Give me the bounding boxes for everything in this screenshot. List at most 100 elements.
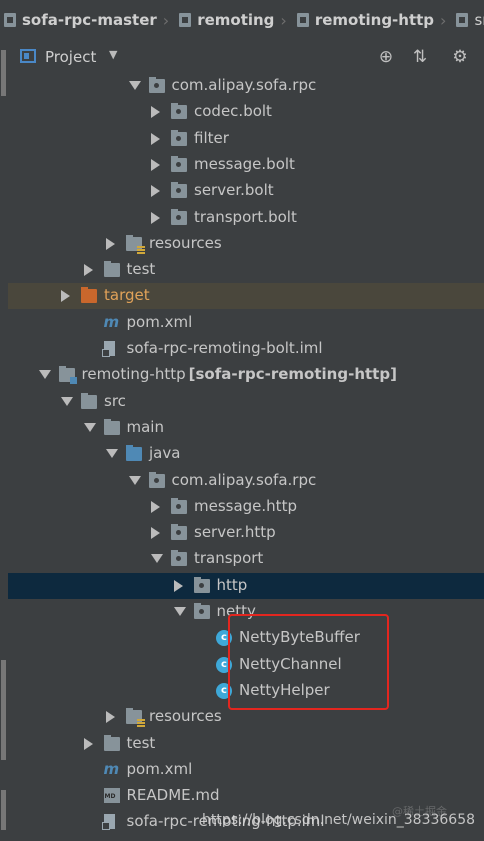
tree-node[interactable]: sofa-rpc-remoting-bolt.iml bbox=[8, 336, 484, 362]
tree-node-name: sofa-rpc-remoting-bolt.iml bbox=[126, 339, 323, 357]
tree-node-name: server.http bbox=[194, 523, 276, 542]
tree-node-label: transport.bolt bbox=[194, 208, 297, 226]
tree-node[interactable]: message.bolt bbox=[8, 152, 484, 178]
tree-node[interactable]: main bbox=[8, 415, 484, 441]
tree-node[interactable]: src bbox=[8, 389, 484, 415]
project-view-icon bbox=[20, 49, 36, 63]
tree-node[interactable]: test bbox=[8, 731, 484, 757]
expand-right-icon[interactable] bbox=[151, 211, 160, 224]
tree-node[interactable]: target bbox=[8, 283, 484, 310]
resources-folder-icon bbox=[126, 234, 145, 254]
expand-right-icon[interactable] bbox=[83, 737, 93, 750]
tree-node[interactable]: transport bbox=[8, 546, 484, 572]
tree-node[interactable]: transport.bolt bbox=[8, 205, 484, 231]
expand-down-icon[interactable] bbox=[83, 422, 96, 432]
breadcrumb-item[interactable]: sofa-rpc-master › bbox=[0, 11, 175, 30]
tree-node[interactable]: java bbox=[8, 441, 484, 467]
expand-right-icon[interactable] bbox=[61, 290, 70, 303]
tree-node-name: message.bolt bbox=[194, 154, 295, 173]
caret-down-icon[interactable]: ▼ bbox=[109, 48, 117, 61]
structure-tool-tab[interactable] bbox=[1, 660, 6, 760]
tree-node-label: transport bbox=[194, 549, 263, 567]
tree-node[interactable]: message.http bbox=[8, 494, 484, 520]
tree-node-label: filter bbox=[194, 129, 229, 147]
breadcrumb-label: remoting bbox=[197, 11, 275, 29]
tree-node-label: java bbox=[149, 444, 180, 462]
expand-right-icon[interactable] bbox=[173, 579, 183, 592]
expand-right-icon[interactable] bbox=[151, 500, 160, 513]
favorites-tool-tab[interactable] bbox=[1, 790, 6, 830]
tree-node-name: java bbox=[149, 444, 181, 463]
project-toolbar: Project ▼ ⊕ ⇅ ⚙ bbox=[8, 40, 484, 75]
package-folder-icon bbox=[193, 576, 210, 593]
tree-node[interactable]: server.bolt bbox=[8, 178, 484, 204]
package-folder-icon bbox=[171, 497, 187, 514]
tree-node[interactable]: com.alipay.sofa.rpc bbox=[8, 73, 484, 99]
tree-node[interactable]: filter bbox=[8, 126, 484, 152]
tree-node[interactable]: server.http bbox=[8, 520, 484, 546]
resources-folder-icon bbox=[126, 708, 145, 728]
chevron-right-icon: › bbox=[440, 10, 447, 30]
tree-node[interactable]: m pom.xml bbox=[8, 310, 484, 336]
breadcrumb-item[interactable]: src› bbox=[452, 11, 484, 30]
expand-right-icon[interactable] bbox=[151, 106, 160, 119]
expand-down-icon[interactable] bbox=[61, 396, 73, 406]
tree-node-label: codec.bolt bbox=[194, 102, 272, 120]
expand-right-icon[interactable] bbox=[151, 185, 160, 198]
excluded-folder-icon bbox=[81, 287, 97, 304]
expand-right-icon[interactable] bbox=[151, 158, 160, 171]
folder-icon bbox=[4, 13, 16, 27]
tree-node-name: test bbox=[126, 733, 156, 752]
expand-down-icon[interactable] bbox=[38, 370, 51, 380]
locate-icon[interactable]: ⊕ bbox=[375, 46, 397, 68]
maven-file-icon: m bbox=[103, 312, 120, 331]
expand-down-icon[interactable] bbox=[173, 607, 186, 616]
settings-gear-icon[interactable]: ⚙ bbox=[449, 46, 471, 68]
tree-node-name: com.alipay.sofa.rpc bbox=[171, 470, 317, 489]
package-folder-icon bbox=[193, 603, 210, 619]
breadcrumb-label: remoting-http bbox=[314, 11, 435, 29]
watermark: https://blog.csdn.net/weixin_38336658 bbox=[202, 812, 476, 828]
expand-right-icon[interactable] bbox=[83, 264, 93, 277]
tree-node-label: com.alipay.sofa.rpc bbox=[172, 76, 317, 94]
expand-right-icon[interactable] bbox=[106, 711, 115, 724]
tree-node-label: pom.xml bbox=[127, 313, 193, 331]
breadcrumb-item[interactable]: remoting-http › bbox=[293, 11, 453, 30]
tree-node-name: transport.bolt bbox=[194, 207, 297, 226]
expand-right-icon[interactable] bbox=[151, 527, 160, 540]
tree-node-label: pom.xml bbox=[127, 760, 193, 778]
tree-node-name: main bbox=[126, 417, 164, 436]
tree-node[interactable]: com.alipay.sofa.rpc bbox=[8, 468, 484, 494]
project-view-title[interactable]: Project bbox=[45, 48, 96, 66]
tree-node-name: server.bolt bbox=[194, 181, 274, 200]
iml-file-icon bbox=[101, 814, 115, 831]
tree-node[interactable]: codec.bolt bbox=[8, 99, 484, 125]
package-folder-icon bbox=[171, 155, 187, 172]
breadcrumb: sofa-rpc-master › remoting › remoting-http › s… bbox=[0, 0, 484, 41]
tree-node[interactable]: remoting-http [sofa-rpc-remoting-http] bbox=[8, 362, 484, 388]
tree-node-name: test bbox=[126, 260, 156, 279]
source-folder-icon bbox=[126, 445, 142, 462]
package-folder-icon bbox=[148, 77, 165, 93]
project-tool-tab[interactable] bbox=[1, 50, 6, 96]
tree-node-name: resources bbox=[149, 707, 222, 726]
expand-right-icon[interactable] bbox=[151, 132, 160, 145]
package-folder-icon bbox=[171, 550, 187, 567]
tree-node-label: sofa-rpc-remoting-bolt.iml bbox=[127, 339, 323, 357]
package-folder-icon bbox=[171, 103, 187, 120]
collapse-all-icon[interactable]: ⇅ bbox=[409, 46, 431, 68]
tree-node[interactable]: http bbox=[8, 572, 484, 599]
tree-node-label: README.md bbox=[127, 786, 220, 804]
expand-down-icon[interactable] bbox=[106, 449, 118, 459]
tree-node[interactable]: m pom.xml bbox=[8, 757, 484, 783]
tree-node[interactable]: test bbox=[8, 257, 484, 283]
module-name-suffix: [sofa-rpc-remoting-http] bbox=[188, 365, 397, 384]
tree-node[interactable]: resources bbox=[8, 231, 484, 257]
tree-node-label: com.alipay.sofa.rpc bbox=[172, 471, 317, 489]
breadcrumb-item[interactable]: remoting › bbox=[175, 11, 293, 30]
expand-down-icon[interactable] bbox=[151, 554, 163, 564]
expand-down-icon[interactable] bbox=[128, 475, 141, 485]
expand-right-icon[interactable] bbox=[106, 237, 115, 250]
tree-node-label: remoting-http [sofa-rpc-remoting-http] bbox=[82, 365, 397, 383]
expand-down-icon[interactable] bbox=[128, 81, 141, 90]
